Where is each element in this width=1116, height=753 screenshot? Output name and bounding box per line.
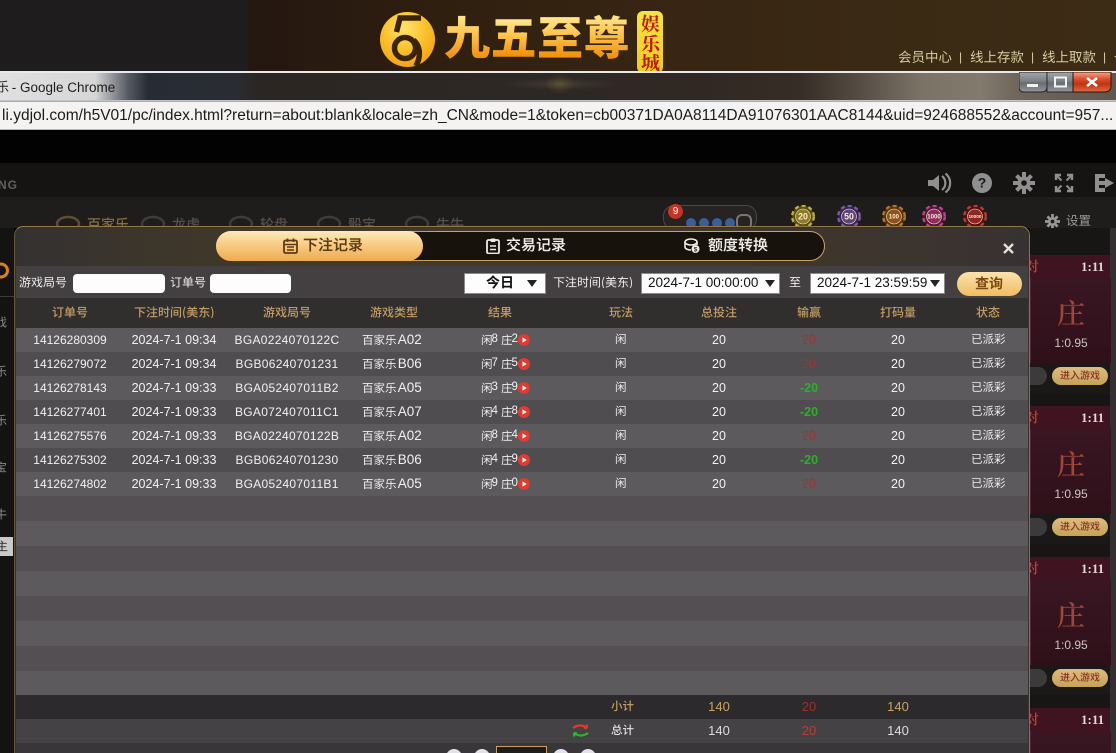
svg-text:20: 20 xyxy=(798,212,808,222)
svg-text:50: 50 xyxy=(844,212,854,222)
svg-text:?: ? xyxy=(978,175,987,191)
svg-text:1000: 1000 xyxy=(927,214,941,221)
svg-text:100: 100 xyxy=(889,214,900,221)
svg-text:$: $ xyxy=(694,246,698,253)
svg-text:10000: 10000 xyxy=(968,214,981,220)
